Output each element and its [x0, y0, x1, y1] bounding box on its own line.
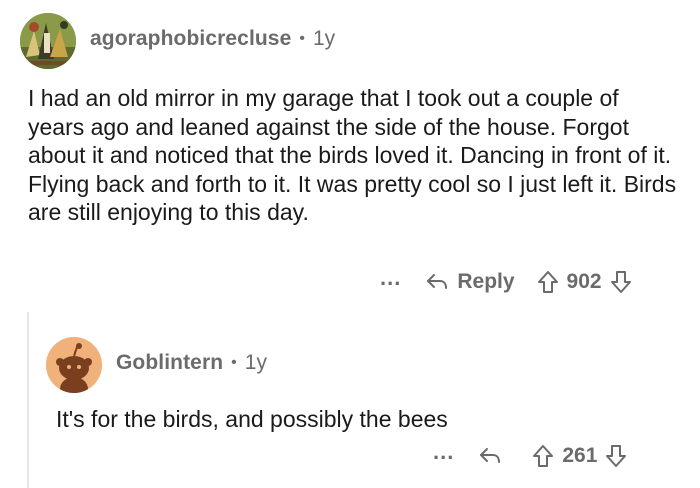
snoo-avatar-icon: [46, 337, 102, 393]
downvote-arrow-icon[interactable]: [605, 444, 627, 468]
user-avatar[interactable]: [46, 337, 102, 393]
username[interactable]: Goblintern: [116, 351, 223, 375]
comment-text: It's for the birds, and possibly the bee…: [56, 406, 448, 432]
comment-age: 1y: [244, 351, 267, 374]
reply-button[interactable]: Reply: [425, 270, 515, 294]
comment-actions: ... 261: [433, 441, 627, 468]
separator-dot: •: [299, 30, 305, 47]
comment-meta: agoraphobicrecluse • 1y: [90, 27, 335, 51]
downvote-arrow-icon[interactable]: [610, 270, 632, 294]
vote-score: 902: [566, 270, 602, 293]
vote-controls: 902: [537, 270, 632, 294]
reply-button[interactable]: [478, 446, 510, 466]
comment-actions: ... Reply 902: [380, 267, 632, 294]
user-avatar[interactable]: [20, 13, 76, 69]
reply-label: Reply: [457, 270, 515, 293]
username[interactable]: agoraphobicrecluse: [90, 27, 291, 51]
vote-controls: 261: [532, 444, 627, 468]
more-options-button[interactable]: ...: [433, 441, 454, 463]
separator-dot: •: [231, 354, 237, 371]
more-options-button[interactable]: ...: [380, 267, 401, 289]
comment-text: I had an old mirror in my garage that I …: [28, 85, 677, 225]
reply-arrow-icon: [480, 448, 501, 463]
upvote-arrow-icon[interactable]: [537, 270, 559, 294]
reply-arrow-icon: [427, 274, 448, 289]
comment-meta: Goblintern • 1y: [116, 351, 267, 375]
thread-line[interactable]: [27, 312, 29, 488]
avatar-image-icon: [20, 13, 76, 69]
vote-score: 261: [562, 444, 598, 467]
upvote-arrow-icon[interactable]: [532, 444, 554, 468]
comment-age: 1y: [312, 27, 336, 50]
